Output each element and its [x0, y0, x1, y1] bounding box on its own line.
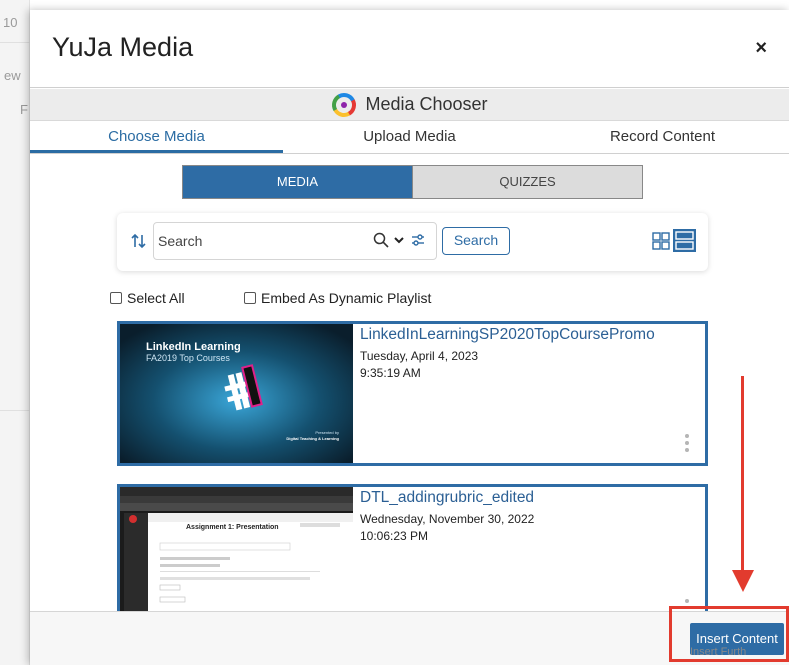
sort-icon[interactable] — [131, 233, 147, 249]
media-chooser-dialog: YuJa Media × Media Chooser Choose Media … — [30, 10, 789, 665]
embed-playlist-checkbox[interactable] — [244, 292, 256, 304]
media-info: DTL_addingrubric_edited Wednesday, Novem… — [360, 489, 695, 545]
media-item[interactable]: Assignment 1: Presentation DTL_addingrub… — [117, 484, 708, 614]
select-all-label: Select All — [127, 290, 185, 306]
background-text: ew — [4, 68, 21, 83]
more-options-icon[interactable] — [685, 599, 689, 606]
filter-sliders-icon[interactable] — [411, 233, 425, 247]
media-time: 10:06:23 PM — [360, 529, 429, 543]
media-date: Tuesday, April 4, 2023 — [360, 349, 479, 363]
background-text: F — [20, 102, 28, 117]
tab-upload-media[interactable]: Upload Media — [283, 122, 536, 153]
thumbnail-heading: LinkedIn Learning — [146, 341, 241, 353]
annotation-arrow-head — [732, 570, 754, 592]
tab-choose-media[interactable]: Choose Media — [30, 122, 283, 153]
select-all-checkbox[interactable] — [110, 292, 122, 304]
media-thumbnail[interactable]: Assignment 1: Presentation — [120, 487, 353, 614]
annotation-arrow — [741, 376, 744, 576]
media-date: Wednesday, November 30, 2022 — [360, 512, 535, 526]
search-button[interactable]: Search — [442, 227, 510, 255]
select-all-option[interactable]: Select All — [110, 290, 185, 306]
media-chooser-bar: Media Chooser — [30, 89, 789, 121]
dialog-title: YuJa Media — [52, 32, 194, 62]
background-text: 10 — [3, 15, 18, 30]
partial-background-label: Insert Furth — [690, 646, 747, 658]
media-title[interactable]: DTL_addingrubric_edited — [360, 489, 695, 507]
media-thumbnail[interactable]: LinkedIn Learning FA2019 Top Courses Pre… — [120, 324, 353, 463]
search-icon[interactable] — [373, 232, 389, 248]
more-options-icon[interactable] — [685, 434, 689, 455]
quizzes-segment-button[interactable]: QUIZZES — [412, 166, 642, 198]
dialog-header: YuJa Media × — [30, 10, 789, 88]
media-chooser-title: Media Chooser — [365, 94, 488, 114]
dialog-footer: Insert Content — [30, 611, 789, 665]
tab-record-content[interactable]: Record Content — [536, 122, 789, 153]
thumbnail-footer: Presented by — [315, 430, 339, 435]
content-type-toggle: MEDIA QUIZZES — [182, 165, 643, 199]
thumbnail-heading: Assignment 1: Presentation — [186, 524, 279, 531]
thumbnail-subheading: FA2019 Top Courses — [146, 353, 230, 363]
media-segment-button[interactable]: MEDIA — [183, 166, 412, 198]
media-title[interactable]: LinkedInLearningSP2020TopCoursePromo — [360, 326, 695, 344]
grid-view-icon[interactable] — [652, 232, 670, 250]
media-time: 9:35:19 AM — [360, 366, 421, 380]
embed-playlist-label: Embed As Dynamic Playlist — [261, 290, 432, 306]
screen-recording-thumbnail — [120, 487, 353, 614]
list-view-icon[interactable] — [673, 229, 696, 252]
chooser-tabs: Choose Media Upload Media Record Content — [30, 122, 789, 154]
media-item[interactable]: LinkedIn Learning FA2019 Top Courses Pre… — [117, 321, 708, 466]
embed-playlist-option[interactable]: Embed As Dynamic Playlist — [244, 290, 431, 306]
yuja-logo-icon — [332, 92, 357, 117]
search-toolbar: Search — [117, 213, 708, 271]
background-sidebar — [0, 0, 30, 665]
chevron-down-icon[interactable] — [394, 235, 404, 245]
close-button[interactable]: × — [755, 38, 767, 58]
background-divider — [0, 410, 30, 411]
media-info: LinkedInLearningSP2020TopCoursePromo Tue… — [360, 326, 695, 382]
thumbnail-footer: Digital Teaching & Learning — [286, 436, 339, 441]
